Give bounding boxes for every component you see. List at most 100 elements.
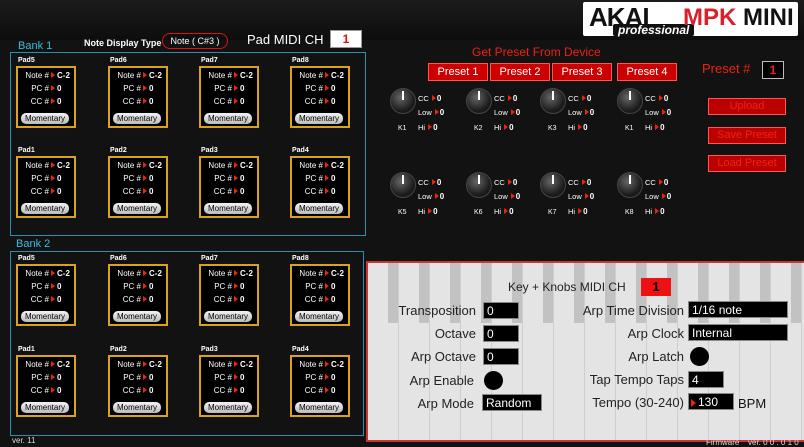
knob-low-field[interactable]: Low 0: [418, 192, 444, 201]
pad-cc-value: 0: [57, 386, 62, 395]
red-arrow-icon: [578, 124, 583, 130]
knob-dial[interactable]: [617, 88, 643, 114]
pad-mode-button[interactable]: Momentary: [295, 203, 343, 214]
knob-hi-field[interactable]: Hi 0: [418, 123, 438, 132]
load-preset-button[interactable]: Load Preset: [708, 155, 786, 172]
pad-note-value: C-2: [240, 71, 253, 80]
knob-dial[interactable]: [617, 172, 643, 198]
preset-number-input[interactable]: 1: [762, 61, 784, 79]
knob-cc-field[interactable]: CC 0: [418, 178, 441, 187]
pad-cc-label: CC #: [30, 386, 49, 395]
knob-hi-value: 0: [583, 207, 588, 216]
preset-3-button[interactable]: Preset 3: [552, 63, 612, 81]
save-preset-button[interactable]: Save Preset: [708, 127, 786, 144]
knob-low-field[interactable]: Low 0: [645, 108, 671, 117]
knob-hi-field[interactable]: Hi 0: [568, 123, 588, 132]
pad-mode-button[interactable]: Momentary: [21, 402, 69, 413]
pad-pc-label: PC #: [123, 84, 141, 93]
red-arrow-icon: [325, 283, 329, 289]
octave-input[interactable]: 0: [483, 325, 519, 342]
arp-time-division-select[interactable]: 1/16 note: [688, 301, 788, 318]
red-arrow-icon: [143, 296, 147, 302]
pad-mode-button[interactable]: Momentary: [295, 311, 343, 322]
pad-pc-value: 0: [57, 84, 62, 93]
knob-indicator: [402, 175, 404, 184]
red-arrow-icon: [234, 85, 238, 91]
knob-cc-field[interactable]: CC 0: [494, 178, 517, 187]
knob-cc-field[interactable]: CC 0: [494, 94, 517, 103]
tempo-input[interactable]: 130: [688, 393, 734, 410]
preset-1-button[interactable]: Preset 1: [428, 63, 488, 81]
red-arrow-icon: [143, 72, 147, 78]
pad-mode-button[interactable]: Momentary: [21, 311, 69, 322]
knob-cc-field[interactable]: CC 0: [418, 94, 441, 103]
pad-mode-button[interactable]: Momentary: [21, 113, 69, 124]
knob-low-field[interactable]: Low 0: [568, 192, 594, 201]
knob-low-field[interactable]: Low 0: [568, 108, 594, 117]
knob-hi-field[interactable]: Hi 0: [418, 207, 438, 216]
preset-4-button[interactable]: Preset 4: [617, 63, 677, 81]
knob-cc-field[interactable]: CC 0: [645, 178, 668, 187]
arp-enable-toggle[interactable]: [484, 371, 503, 390]
knob-hi-field[interactable]: Hi 0: [494, 207, 514, 216]
pad-mode-button[interactable]: Momentary: [295, 113, 343, 124]
knob-hi-field[interactable]: Hi 0: [494, 123, 514, 132]
arp-latch-toggle[interactable]: [690, 347, 709, 366]
knob-hi-field[interactable]: Hi 0: [568, 207, 588, 216]
knob-low-value: 0: [589, 192, 595, 201]
knob-cc-field[interactable]: CC 0: [568, 178, 591, 187]
pad-cc-label: CC #: [304, 187, 323, 196]
pad-pc-label: PC #: [31, 174, 49, 183]
transposition-input[interactable]: 0: [483, 302, 519, 319]
pad-note-label: Note #: [25, 71, 49, 80]
pad-mode-button[interactable]: Momentary: [295, 402, 343, 413]
pad-mode-button[interactable]: Momentary: [204, 311, 252, 322]
knob-dial[interactable]: [390, 172, 416, 198]
knob-dial[interactable]: [540, 172, 566, 198]
knob-hi-field[interactable]: Hi 0: [645, 123, 665, 132]
knob-cc-field[interactable]: CC 0: [645, 94, 668, 103]
get-preset-title: Get Preset From Device: [472, 45, 601, 59]
pad-box: Note # C-2 PC # 0 CC # 0 Momentary: [108, 66, 168, 128]
pad-mode-button[interactable]: Momentary: [113, 113, 161, 124]
knob-hi-value: 0: [660, 123, 665, 132]
red-arrow-icon: [143, 270, 147, 276]
knob-low-field[interactable]: Low 0: [494, 108, 520, 117]
arp-mode-select[interactable]: Random: [482, 394, 542, 411]
pad-cc-value: 0: [149, 386, 154, 395]
knob-dial[interactable]: [466, 88, 492, 114]
knob-hi-field[interactable]: Hi 0: [645, 207, 665, 216]
keys-midi-ch-input[interactable]: 1: [641, 278, 671, 296]
pad-mode-button[interactable]: Momentary: [204, 113, 252, 124]
note-display-type-select[interactable]: Note ( C#3 ): [162, 33, 228, 49]
knob-low-field[interactable]: Low 0: [645, 192, 671, 201]
preset-2-button[interactable]: Preset 2: [490, 63, 550, 81]
red-arrow-icon: [234, 72, 238, 78]
knob-dial[interactable]: [540, 88, 566, 114]
knob-dial[interactable]: [390, 88, 416, 114]
pad-midi-ch-input[interactable]: 1: [330, 30, 362, 48]
knob-low-field[interactable]: Low 0: [418, 108, 444, 117]
pad-mode-button[interactable]: Momentary: [204, 402, 252, 413]
pad-note-value: C-2: [57, 360, 70, 369]
red-arrow-icon: [234, 296, 238, 302]
pad-mode-button[interactable]: Momentary: [113, 402, 161, 413]
tap-tempo-taps-input[interactable]: 4: [688, 371, 724, 388]
tempo-label: Tempo (30-240): [592, 395, 684, 410]
knob-cc-value: 0: [436, 178, 442, 187]
pad-mode-button[interactable]: Momentary: [113, 203, 161, 214]
pad-mode-button[interactable]: Momentary: [204, 203, 252, 214]
tap-tempo-taps-label: Tap Tempo Taps: [589, 372, 684, 387]
pad-note-label: Note #: [117, 269, 141, 278]
pad-cc-label: CC #: [304, 386, 323, 395]
pad-mode-button[interactable]: Momentary: [113, 311, 161, 322]
pad-mode-button[interactable]: Momentary: [21, 203, 69, 214]
arp-octave-input[interactable]: 0: [483, 348, 519, 365]
knob-dial[interactable]: [466, 172, 492, 198]
pad-note-value: C-2: [240, 360, 253, 369]
knob-low-field[interactable]: Low 0: [494, 192, 520, 201]
tempo-value: 130: [698, 395, 719, 409]
upload-button[interactable]: Upload: [708, 98, 786, 115]
arp-clock-select[interactable]: Internal: [688, 324, 788, 341]
knob-cc-field[interactable]: CC 0: [568, 94, 591, 103]
